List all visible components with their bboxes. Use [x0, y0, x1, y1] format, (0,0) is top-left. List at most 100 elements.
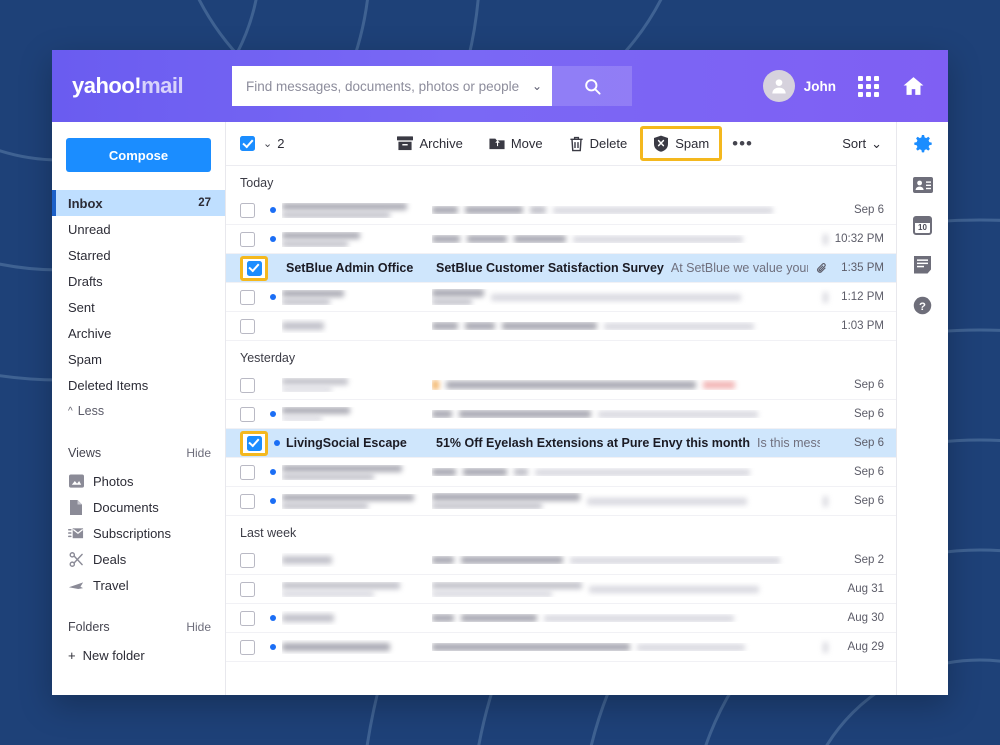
table-row[interactable]: SetBlue Admin Office SetBlue Customer Sa… — [226, 254, 896, 283]
table-row[interactable]: 1:03 PM — [226, 312, 896, 341]
apps-grid-icon[interactable] — [858, 76, 879, 97]
row-checkbox[interactable] — [240, 553, 255, 568]
row-checkbox[interactable] — [240, 494, 255, 509]
sidebar-item-travel[interactable]: Travel — [52, 572, 225, 598]
table-row[interactable]: 10:32 PM — [226, 225, 896, 254]
sidebar-item-archive[interactable]: Archive — [52, 320, 225, 346]
toolbar-actions: Archive Move Delete — [384, 126, 763, 161]
row-checkbox[interactable] — [240, 582, 255, 597]
subject-area — [432, 235, 815, 243]
help-question-icon[interactable]: ? — [912, 294, 934, 316]
home-icon[interactable] — [901, 74, 926, 99]
unread-dot — [270, 615, 276, 621]
sidebar-item-drafts[interactable]: Drafts — [52, 268, 225, 294]
table-row[interactable]: Sep 6 — [226, 487, 896, 516]
folder-label: Inbox — [68, 196, 103, 211]
view-label: Deals — [93, 552, 126, 567]
views-title: Views — [68, 446, 101, 460]
row-checkbox-wrap — [240, 553, 270, 568]
views-hide-toggle[interactable]: Hide — [186, 446, 211, 460]
sidebar-less-toggle[interactable]: ^ Less — [52, 398, 225, 424]
svg-text:?: ? — [919, 300, 926, 312]
sidebar-item-unread[interactable]: Unread — [52, 216, 225, 242]
compose-button[interactable]: Compose — [66, 138, 211, 172]
sender-name — [282, 640, 432, 654]
avatar — [763, 70, 795, 102]
sender-name — [282, 494, 432, 509]
sidebar-item-sent[interactable]: Sent — [52, 294, 225, 320]
message-date: 1:03 PM — [828, 320, 884, 332]
row-checkbox-wrap — [240, 611, 270, 626]
row-checkbox[interactable] — [240, 407, 255, 422]
deals-scissors-icon — [68, 551, 84, 567]
unread-dot — [270, 294, 276, 300]
plus-icon: + — [68, 648, 76, 663]
table-row[interactable]: LivingSocial Escape 51% Off Eyelash Exte… — [226, 429, 896, 458]
sidebar-item-inbox[interactable]: Inbox 27 — [52, 190, 225, 216]
search-button[interactable] — [552, 66, 632, 106]
row-checkbox[interactable] — [240, 319, 255, 334]
row-checkbox[interactable] — [240, 611, 255, 626]
sidebar-item-spam[interactable]: Spam — [52, 346, 225, 372]
message-date: Sep 6 — [828, 495, 884, 507]
table-row[interactable]: Aug 31 — [226, 575, 896, 604]
row-checkbox[interactable] — [247, 436, 262, 451]
select-dropdown-chevron-icon[interactable]: ⌄ — [263, 137, 272, 150]
table-row[interactable]: Sep 6 — [226, 371, 896, 400]
message-date: 1:12 PM — [828, 291, 884, 303]
table-row[interactable]: Sep 6 — [226, 458, 896, 487]
move-button[interactable]: Move — [476, 127, 556, 160]
less-label: Less — [78, 404, 104, 418]
row-checkbox[interactable] — [240, 290, 255, 305]
sort-chevron-down-icon: ⌄ — [871, 136, 882, 152]
table-row[interactable]: Aug 30 — [226, 604, 896, 633]
table-row[interactable]: Aug 29 — [226, 633, 896, 662]
row-checkbox[interactable] — [240, 203, 255, 218]
redacted-subject — [432, 582, 582, 597]
row-checkbox-wrap — [240, 232, 270, 247]
table-row[interactable]: Sep 6 — [226, 400, 896, 429]
new-folder-button[interactable]: + New folder — [52, 642, 225, 668]
row-checkbox-wrap — [240, 407, 270, 422]
archive-icon — [397, 136, 413, 151]
spam-button[interactable]: Spam — [640, 126, 722, 161]
sidebar-item-starred[interactable]: Starred — [52, 242, 225, 268]
sidebar-item-subscriptions[interactable]: Subscriptions — [52, 520, 225, 546]
archive-label: Archive — [419, 136, 462, 151]
sidebar-item-deleted-items[interactable]: Deleted Items — [52, 372, 225, 398]
search-input[interactable] — [246, 79, 526, 94]
more-actions-button[interactable]: ••• — [722, 135, 763, 152]
sort-button[interactable]: Sort ⌄ — [842, 136, 882, 152]
sidebar-item-documents[interactable]: Documents — [52, 494, 225, 520]
redacted-sender — [282, 407, 432, 421]
row-checkbox[interactable] — [240, 232, 255, 247]
row-checkbox[interactable] — [247, 261, 262, 276]
user-menu[interactable]: John — [763, 70, 836, 102]
notepad-icon[interactable] — [912, 254, 934, 276]
sidebar-item-photos[interactable]: Photos — [52, 468, 225, 494]
row-checkbox[interactable] — [240, 465, 255, 480]
sidebar-item-deals[interactable]: Deals — [52, 546, 225, 572]
row-checkbox[interactable] — [240, 640, 255, 655]
archive-button[interactable]: Archive — [384, 127, 475, 160]
sender-name — [282, 290, 432, 305]
select-all-checkbox[interactable] — [240, 136, 255, 151]
sidebar: Compose Inbox 27 Unread Starred Drafts S… — [52, 122, 226, 695]
sender-name — [282, 553, 432, 567]
folders-hide-toggle[interactable]: Hide — [186, 620, 211, 634]
folder-list: Inbox 27 Unread Starred Drafts Sent Arch… — [52, 190, 225, 424]
calendar-icon[interactable]: 10 — [912, 214, 934, 236]
contacts-card-icon[interactable] — [912, 174, 934, 196]
calendar-day-number: 10 — [918, 224, 927, 232]
delete-button[interactable]: Delete — [556, 127, 641, 161]
table-row[interactable]: 1:12 PM — [226, 283, 896, 312]
row-checkbox[interactable] — [240, 378, 255, 393]
yahoo-mail-logo[interactable]: yahoo!mail — [72, 73, 224, 99]
search-chevron-down-icon[interactable]: ⌄ — [526, 79, 542, 93]
unread-dot — [274, 440, 280, 446]
folder-label: Unread — [68, 222, 111, 237]
table-row[interactable]: Sep 6 — [226, 196, 896, 225]
folder-label: Spam — [68, 352, 102, 367]
settings-gear-icon[interactable] — [912, 134, 934, 156]
table-row[interactable]: Sep 2 — [226, 546, 896, 575]
